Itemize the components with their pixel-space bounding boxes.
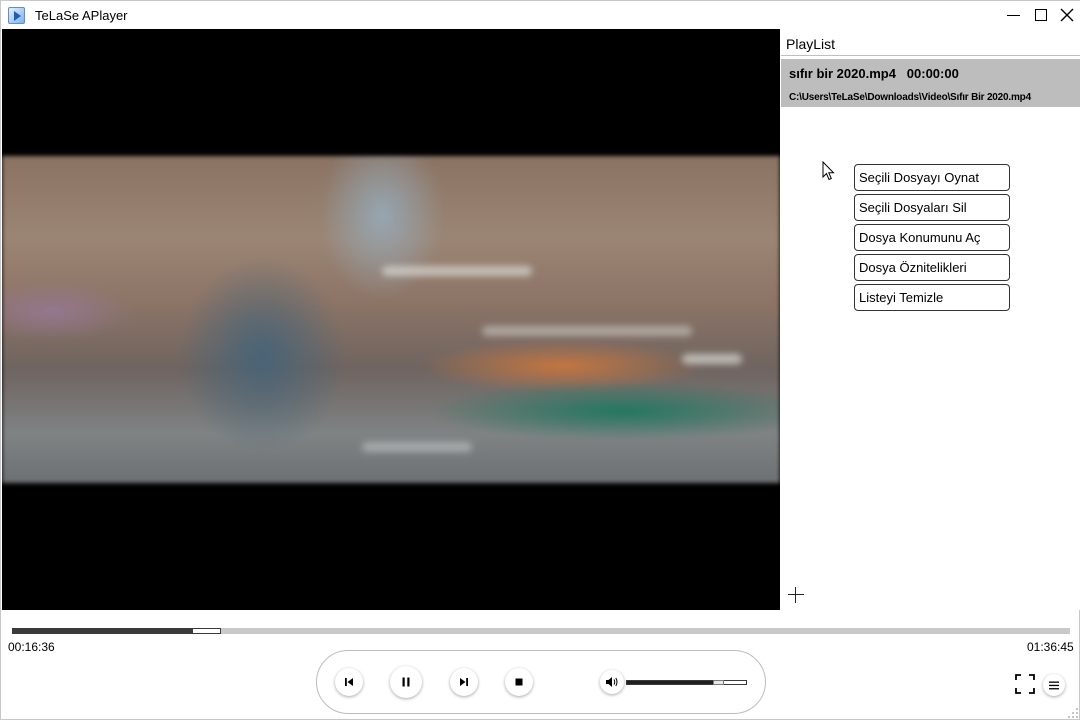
volume-thumb[interactable] [713,680,724,685]
playlist-item-name: sıfır bir 2020.mp4 00:00:00 [789,66,959,81]
close-button[interactable] [1053,1,1080,29]
video-frame [2,156,780,483]
seek-played [12,628,193,634]
playlist-panel: PlayList sıfır bir 2020.mp4 00:00:00 C:\… [781,29,1080,610]
hamburger-menu-icon [1049,681,1059,689]
minimize-button[interactable] [999,1,1027,29]
volume-button[interactable] [600,670,624,694]
app-icon [8,7,25,24]
clear-list-button[interactable]: Listeyi Temizle [854,284,1010,311]
open-file-location-button[interactable]: Dosya Konumunu Aç [854,224,1010,251]
playlist-divider [781,55,1080,56]
maximize-icon [1035,9,1047,21]
play-selected-file-button[interactable]: Seçili Dosyayı Oynat [854,164,1010,191]
playlist-title: PlayList [786,36,836,52]
playlist-item-selected[interactable]: sıfır bir 2020.mp4 00:00:00 C:\Users\TeL… [781,59,1080,107]
volume-icon [606,677,618,687]
add-icon[interactable] [788,587,804,603]
playlist-item-path: C:\Users\TeLaSe\Downloads\Video\Sıfır Bi… [789,92,1031,103]
resize-grip-icon[interactable] [1067,707,1079,719]
skip-previous-icon [345,678,353,686]
skip-next-icon [460,678,468,686]
maximize-button[interactable] [1027,1,1055,29]
pause-icon [402,677,410,687]
video-display[interactable] [2,29,780,610]
seek-bar[interactable] [12,628,1070,634]
mouse-cursor-icon [822,161,835,181]
current-time: 00:16:36 [8,640,55,654]
file-properties-button[interactable]: Dosya Öznitelikleri [854,254,1010,281]
stop-icon [515,678,523,686]
total-time: 01:36:45 [1027,640,1074,654]
minimize-icon [1006,14,1020,16]
player-window: TeLaSe APlayer PlayList sıfır bir 2020.m… [0,0,1080,720]
window-title: TeLaSe APlayer [35,8,128,23]
title-bar[interactable]: TeLaSe APlayer [1,1,1080,29]
previous-button[interactable] [335,668,363,696]
fullscreen-icon[interactable] [1015,674,1035,694]
seek-thumb[interactable] [192,628,221,634]
stop-button[interactable] [505,668,533,696]
close-icon [1060,8,1074,22]
pause-button[interactable] [390,666,422,698]
next-button[interactable] [450,668,478,696]
menu-button[interactable] [1043,674,1065,696]
volume-slider[interactable] [626,680,747,685]
delete-selected-files-button[interactable]: Seçili Dosyaları Sil [854,194,1010,221]
volume-level [627,681,716,684]
